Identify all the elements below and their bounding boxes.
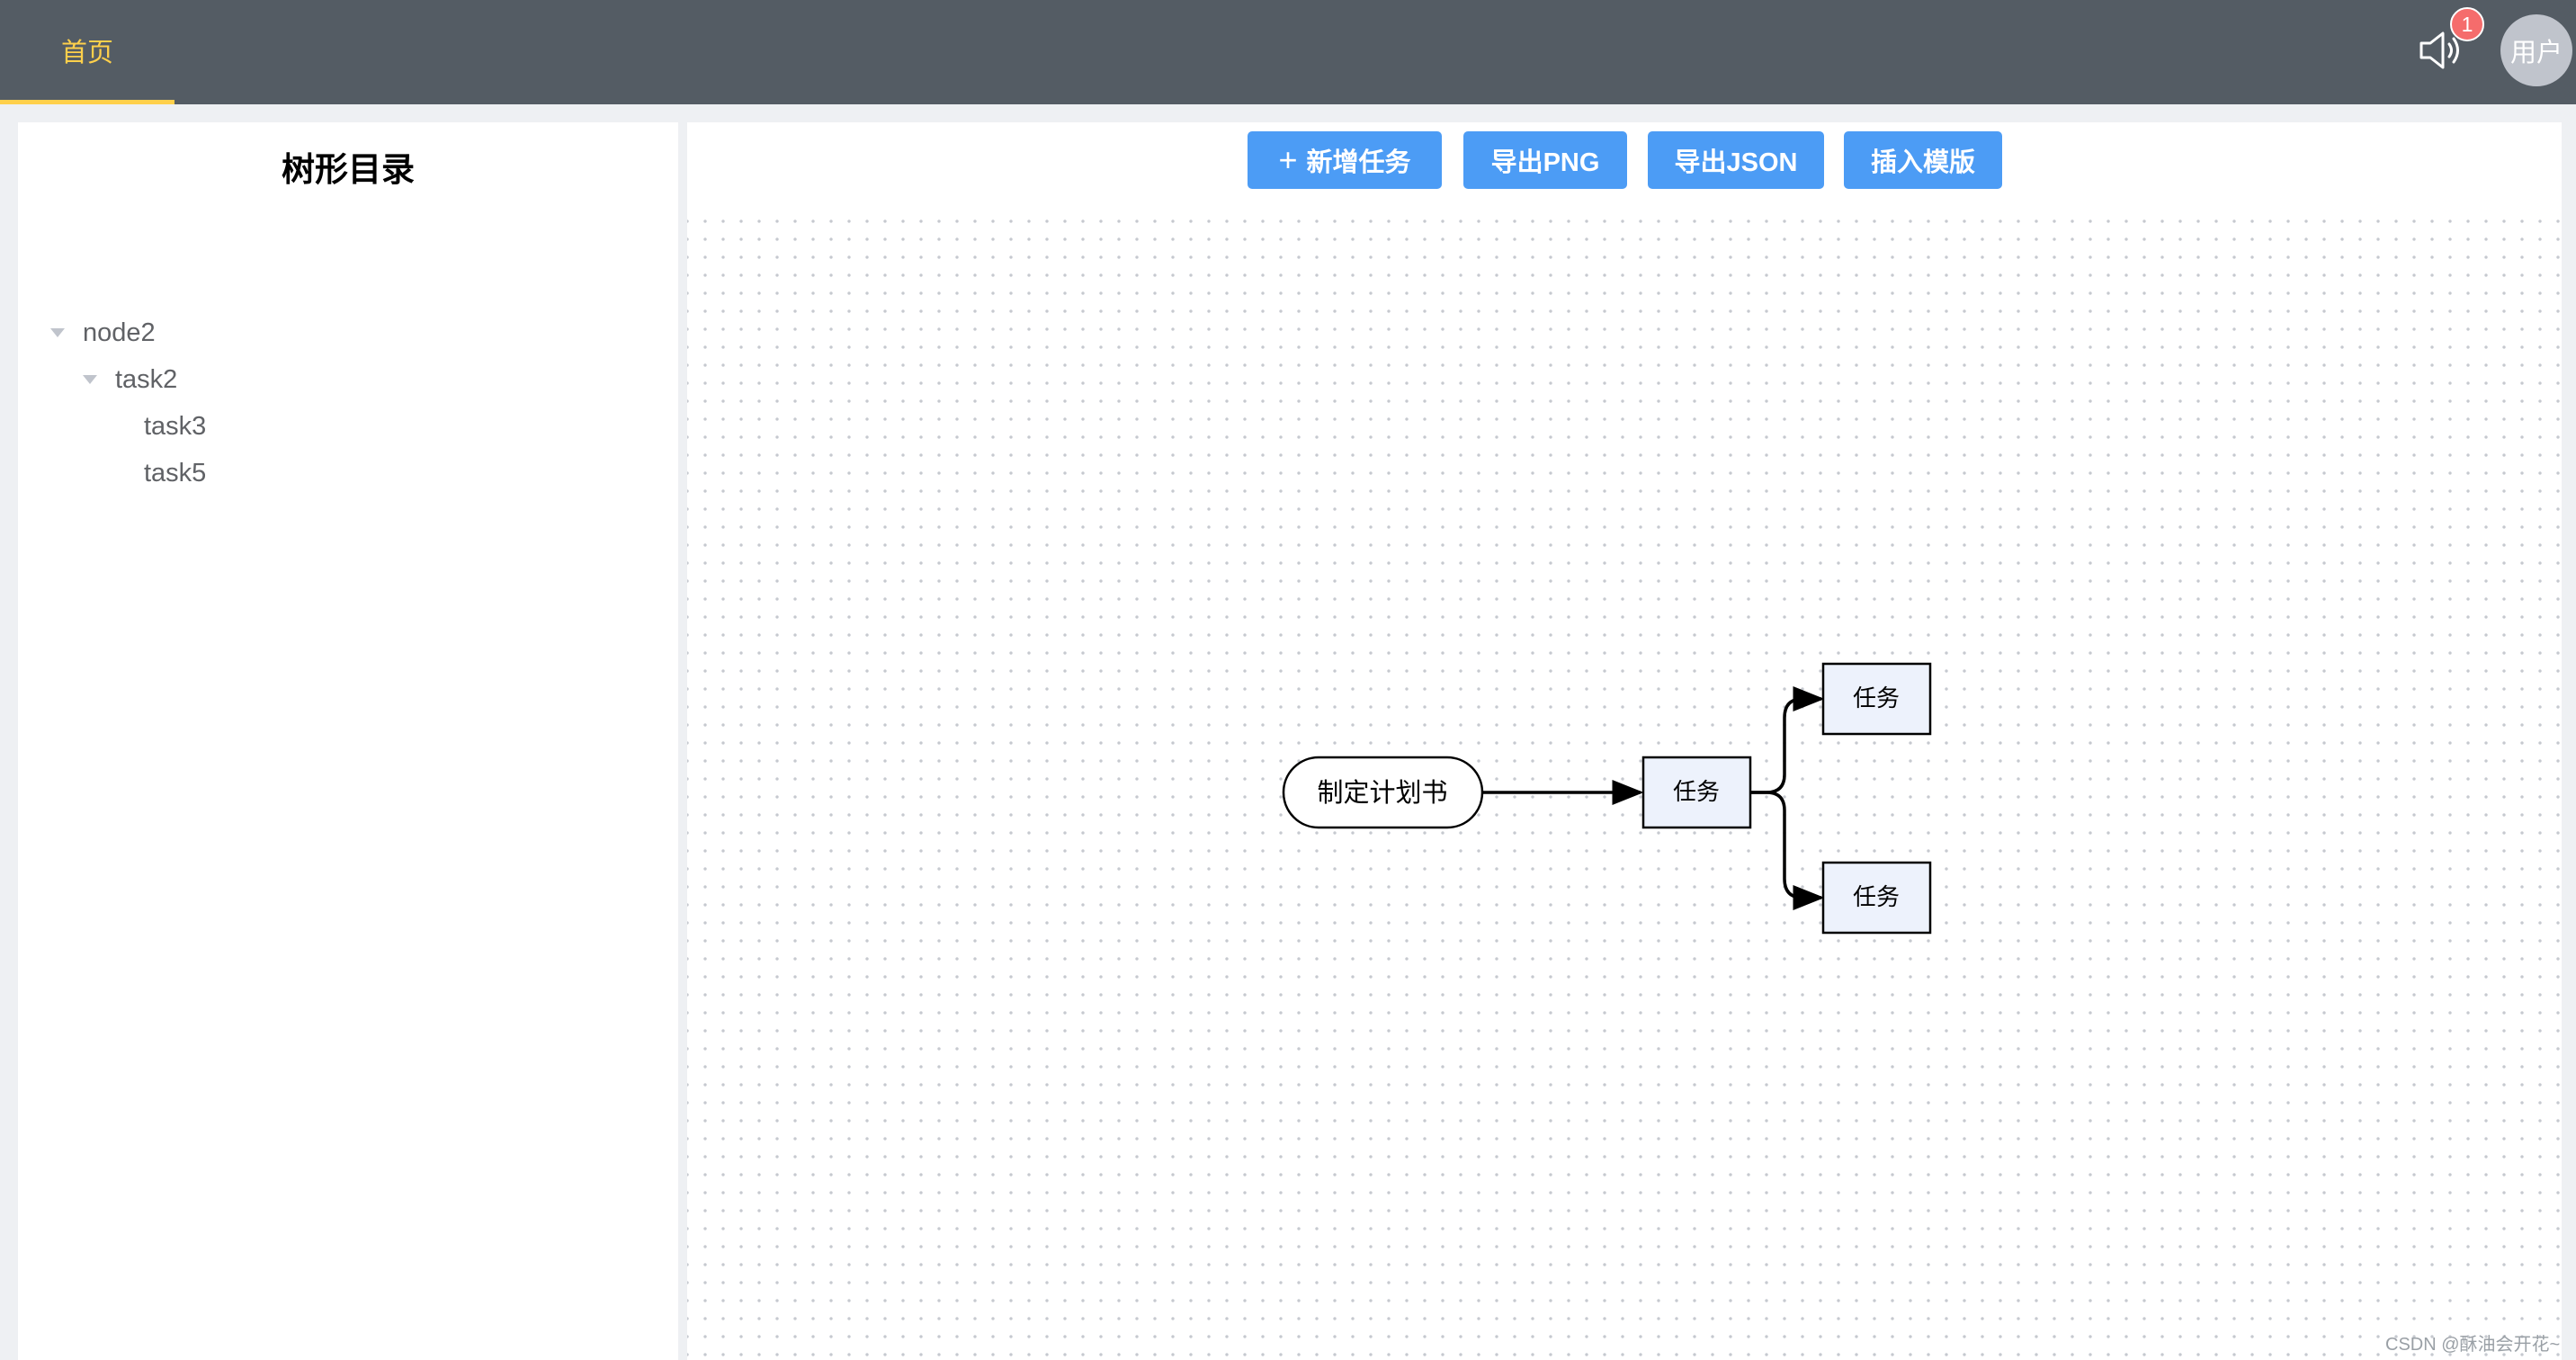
flow-canvas[interactable]: + 新增任务 导出PNG 导出JSON 插入模版 制定计划书 任务 任务 任务 (687, 122, 2562, 1360)
tree-node-task3[interactable]: task3 (144, 407, 206, 446)
tree-node-node2[interactable]: node2 (50, 313, 156, 353)
branch-task-node-top[interactable]: 任务 (1821, 662, 1932, 736)
tree-node-label: task5 (144, 458, 207, 488)
edge-task-to-branch-bottom (1750, 791, 1825, 910)
tree-node-label: node2 (83, 318, 156, 347)
top-navbar: 首页 1 用户 (0, 0, 2576, 104)
tree-node-task2[interactable]: task2 (83, 360, 177, 399)
tree-title: 树形目录 (282, 151, 415, 188)
tree-node-task5[interactable]: task5 (144, 453, 206, 493)
branch-top-label: 任务 (1853, 684, 1900, 711)
task-node[interactable]: 任务 (1641, 756, 1752, 829)
watermark: CSDN @酥油会开花~ (2385, 1335, 2561, 1355)
flow-graph: 制定计划书 任务 任务 任务 (1282, 662, 1932, 935)
caret-down-icon[interactable] (50, 328, 65, 337)
branch-bottom-label: 任务 (1853, 883, 1900, 910)
notification-badge: 1 (2450, 7, 2484, 41)
edge-task-to-branch-top (1750, 686, 1825, 794)
tree-sidebar: 树形目录 node2 task2 task3 task5 (18, 122, 678, 1360)
start-node-label: 制定计划书 (1317, 778, 1447, 808)
task-node-label: 任务 (1673, 778, 1720, 805)
branch-task-node-bottom[interactable]: 任务 (1821, 861, 1932, 935)
tree-node-label: task2 (115, 364, 178, 394)
start-node[interactable]: 制定计划书 (1282, 756, 1484, 829)
tree-node-label: task3 (144, 411, 207, 441)
user-avatar[interactable]: 用户 (2500, 14, 2572, 86)
caret-down-icon[interactable] (83, 375, 97, 384)
nav-tab-home[interactable]: 首页 (0, 0, 174, 104)
